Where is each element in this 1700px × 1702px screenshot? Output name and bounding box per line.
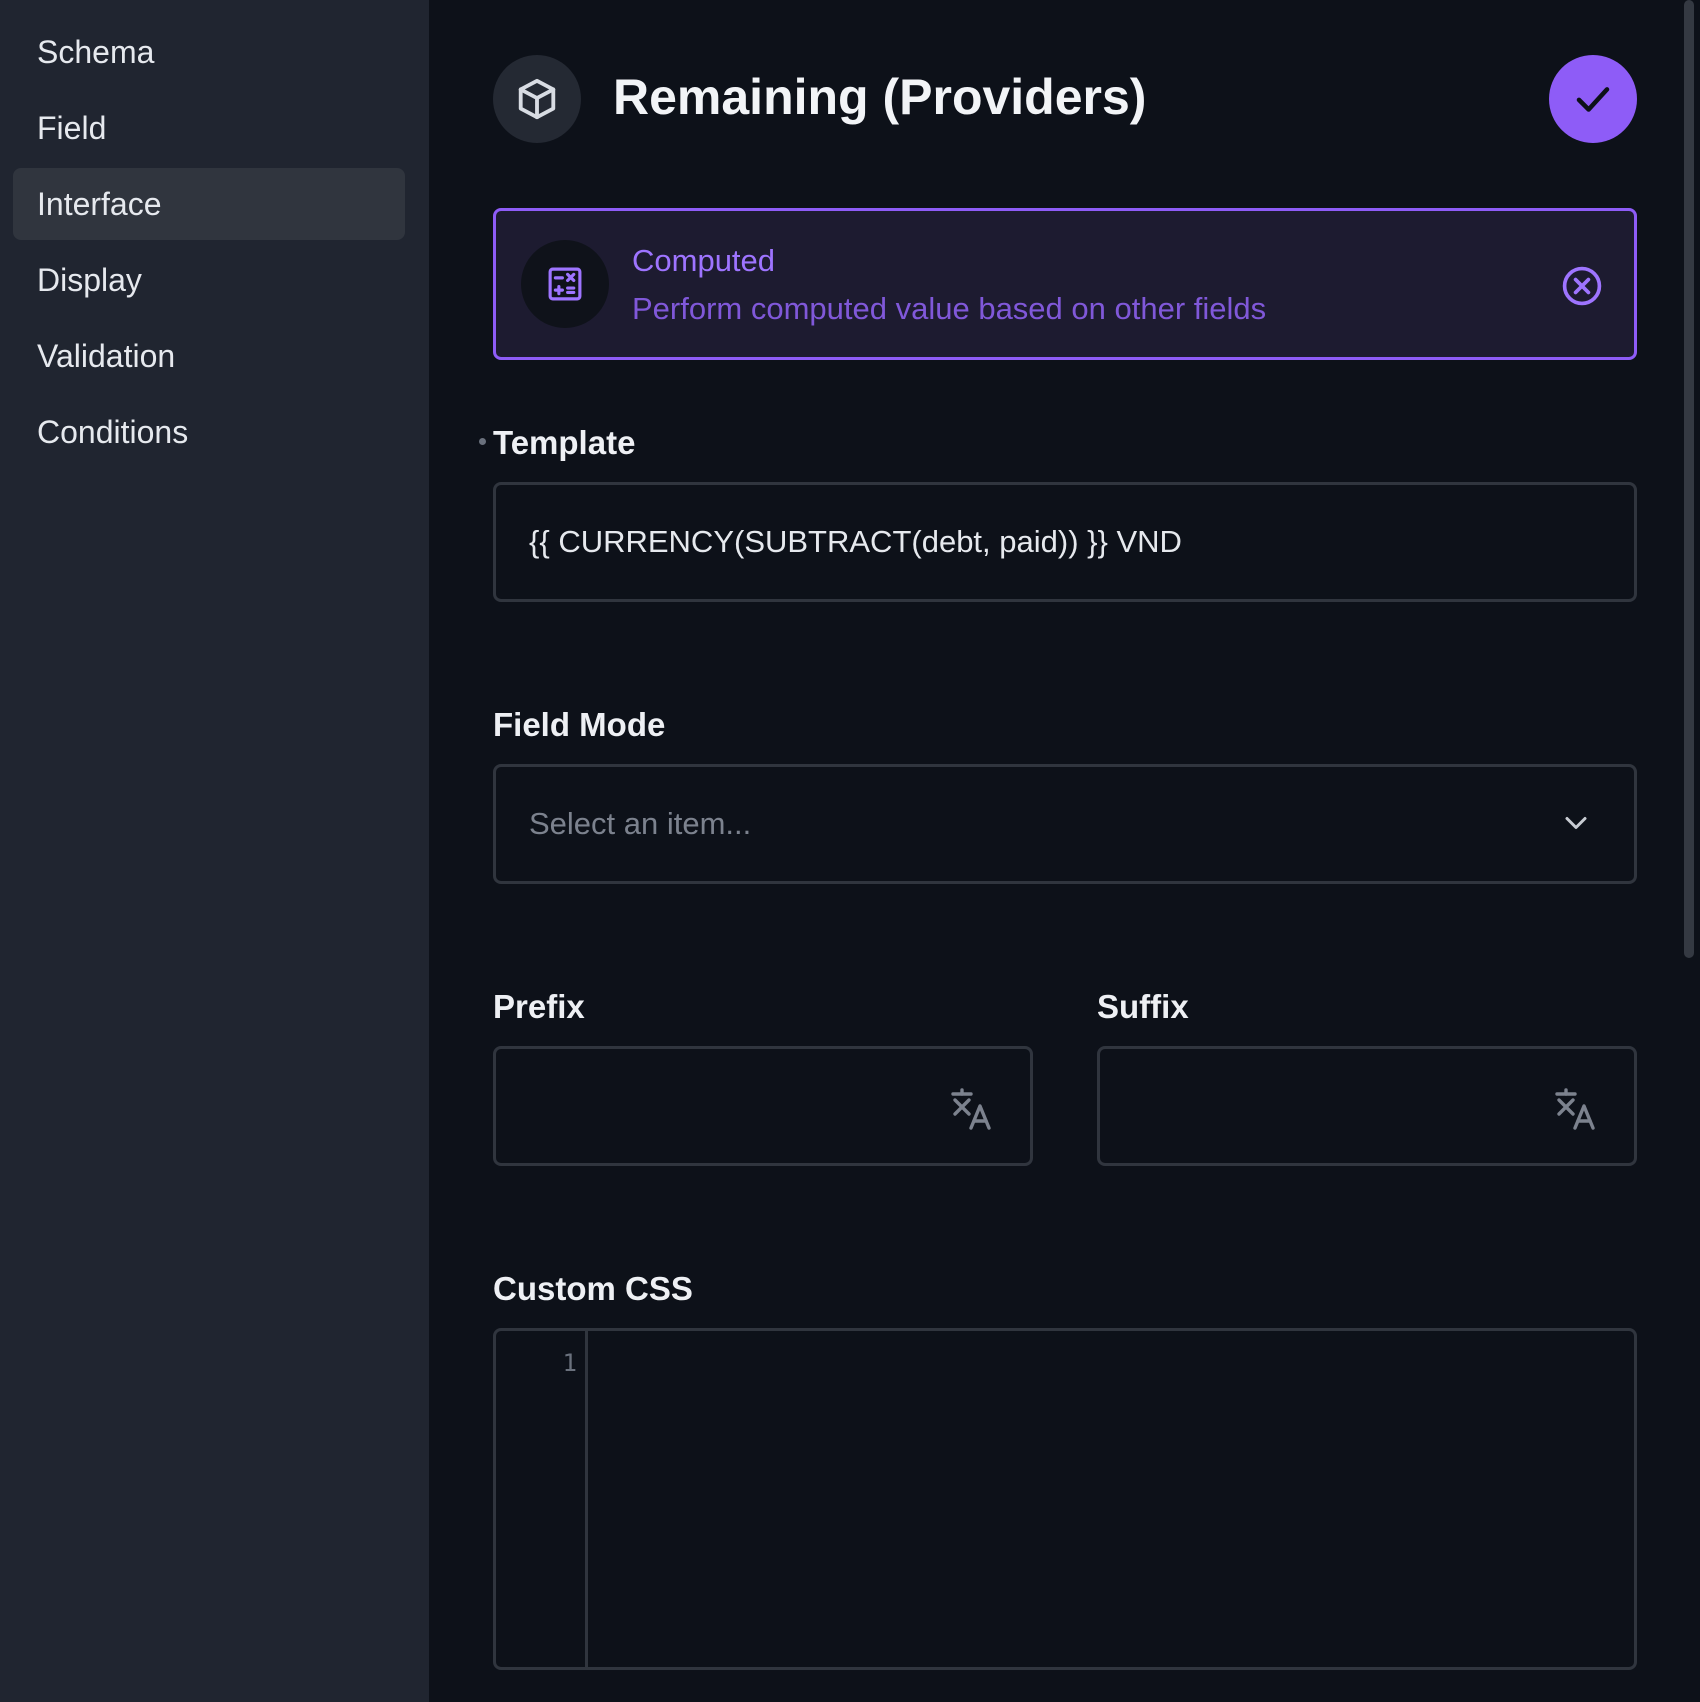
template-input[interactable]: {{ CURRENCY(SUBTRACT(debt, paid)) }} VND bbox=[493, 482, 1637, 602]
prefix-label: Prefix bbox=[493, 988, 585, 1025]
scrollbar[interactable] bbox=[1684, 0, 1694, 958]
sidebar-nav: Schema Field Interface Display Validatio… bbox=[0, 0, 429, 1702]
sidebar-item-label: Schema bbox=[37, 33, 155, 70]
cube-icon bbox=[518, 78, 556, 120]
sidebar-item-label: Conditions bbox=[37, 413, 189, 450]
calculator-icon bbox=[548, 267, 582, 301]
sidebar-item-display[interactable]: Display bbox=[13, 244, 405, 316]
suffix-input[interactable] bbox=[1097, 1046, 1637, 1166]
sidebar-item-schema[interactable]: Schema bbox=[13, 16, 405, 88]
sidebar-item-interface[interactable]: Interface bbox=[13, 168, 405, 240]
sidebar-item-field[interactable]: Field bbox=[13, 92, 405, 164]
sidebar-item-label: Display bbox=[37, 261, 142, 298]
sidebar-item-conditions[interactable]: Conditions bbox=[13, 396, 405, 468]
field-type-badge bbox=[493, 55, 581, 143]
interface-title: Computed bbox=[632, 243, 776, 278]
prefix-input[interactable] bbox=[493, 1046, 1033, 1166]
template-label: Template bbox=[493, 424, 636, 461]
line-number: 1 bbox=[562, 1349, 577, 1377]
sidebar-item-label: Field bbox=[37, 109, 107, 146]
interface-description: Perform computed value based on other fi… bbox=[632, 291, 1267, 326]
save-button[interactable] bbox=[1549, 55, 1637, 143]
translate-icon[interactable] bbox=[948, 1085, 996, 1133]
translate-icon[interactable] bbox=[1552, 1085, 1600, 1133]
remove-interface-button[interactable] bbox=[1560, 264, 1604, 308]
chevron-down-icon bbox=[1565, 817, 1587, 829]
sidebar-item-label: Validation bbox=[37, 337, 176, 374]
suffix-label: Suffix bbox=[1097, 988, 1189, 1025]
field-mode-select[interactable]: Select an item... bbox=[493, 764, 1637, 884]
field-mode-label: Field Mode bbox=[493, 706, 666, 743]
field-mode-placeholder: Select an item... bbox=[529, 806, 752, 841]
check-icon bbox=[1576, 87, 1610, 112]
sidebar-item-label: Interface bbox=[37, 185, 162, 222]
sidebar-item-validation[interactable]: Validation bbox=[13, 320, 405, 392]
custom-css-label: Custom CSS bbox=[493, 1270, 693, 1307]
interface-selection-card[interactable]: Computed Perform computed value based on… bbox=[493, 208, 1637, 360]
interface-icon-badge bbox=[521, 240, 609, 328]
close-circle-icon bbox=[1562, 266, 1602, 306]
page-title: Remaining (Providers) bbox=[613, 69, 1147, 125]
custom-css-editor[interactable]: 1 bbox=[493, 1328, 1637, 1670]
required-indicator bbox=[479, 438, 486, 445]
template-value: {{ CURRENCY(SUBTRACT(debt, paid)) }} VND bbox=[529, 524, 1182, 559]
line-number-gutter: 1 bbox=[496, 1331, 588, 1667]
main-panel: Remaining (Providers) Computed Perform c… bbox=[429, 0, 1700, 1702]
